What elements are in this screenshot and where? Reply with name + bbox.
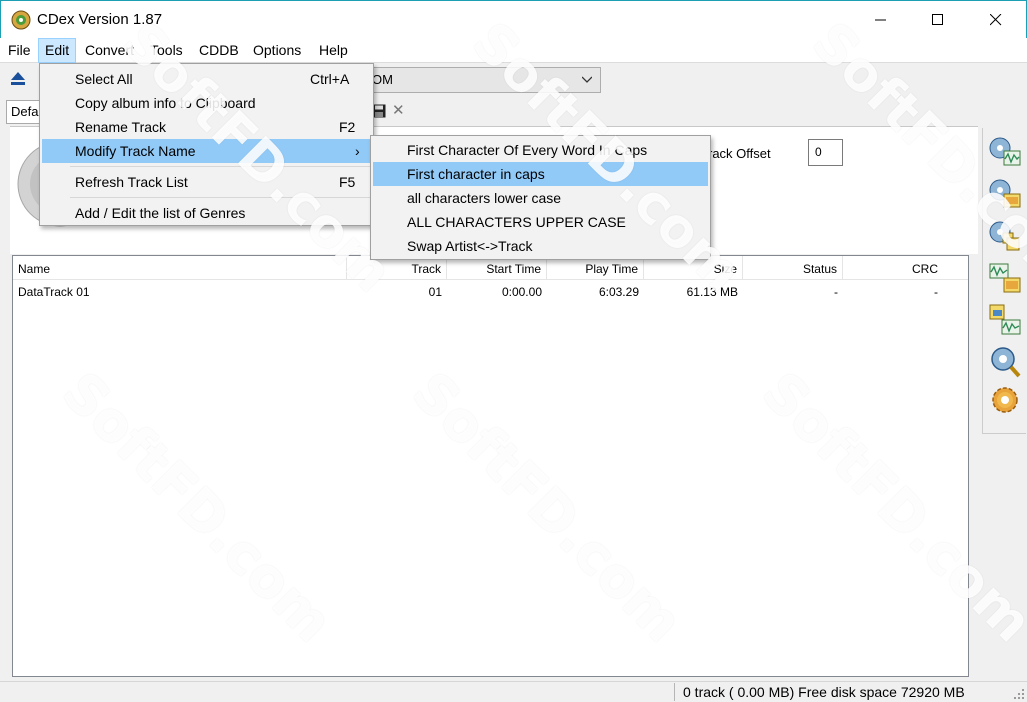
menu-item-rename-track[interactable]: Rename Track F2	[42, 115, 371, 139]
cell-start-time: 0:00.00	[501, 285, 542, 299]
window-title: CDex Version 1.87	[37, 11, 163, 28]
submenu-item-first-char-caps[interactable]: First character in caps	[373, 162, 708, 186]
submenu-arrow-icon: ›	[355, 143, 360, 159]
track-offset-input[interactable]: 0	[808, 139, 843, 166]
cell-play-time: 6:03.29	[598, 285, 639, 299]
menu-options[interactable]: Options	[247, 38, 307, 63]
submenu-item-every-word-caps[interactable]: First Character Of Every Word In Caps	[373, 138, 708, 162]
cell-status: -	[834, 285, 838, 299]
eject-icon[interactable]	[10, 70, 26, 86]
menu-edit[interactable]: Edit	[38, 38, 77, 63]
column-name[interactable]: Name	[13, 256, 347, 280]
cell-name: DataTrack 01	[18, 285, 90, 299]
maximize-button[interactable]	[915, 1, 961, 39]
submenu-item-swap-artist-track[interactable]: Swap Artist<->Track	[373, 234, 708, 258]
menu-item-label: Copy album info to Clipboard	[75, 95, 256, 111]
chevron-down-icon	[582, 76, 592, 83]
track-list: Name Track Start Time Play Time Size Sta…	[12, 255, 969, 677]
status-text: 0 track ( 0.00 MB) Free disk space 72920…	[683, 684, 965, 700]
menu-item-label: Add / Edit the list of Genres	[75, 205, 246, 221]
submenu-item-upper-case[interactable]: ALL CHARACTERS UPPER CASE	[373, 210, 708, 234]
close-button[interactable]	[973, 1, 1019, 39]
cd-to-wave-icon[interactable]	[988, 135, 1022, 169]
menu-bar: File Edit Convert Tools CDDB Options Hel…	[0, 38, 1027, 63]
menu-help[interactable]: Help	[313, 38, 354, 63]
column-status[interactable]: Status	[743, 256, 843, 280]
tab-close-icon[interactable]: ✕	[392, 101, 405, 119]
cd-search-icon[interactable]	[988, 345, 1022, 379]
save-icon[interactable]	[372, 104, 386, 118]
menu-item-label: Select All	[75, 71, 133, 87]
menu-item-refresh-track-list[interactable]: Refresh Track List F5	[42, 170, 371, 194]
edit-menu: Select All Ctrl+A Copy album info to Cli…	[39, 63, 374, 226]
menu-separator	[70, 166, 370, 167]
cell-crc: -	[934, 285, 938, 299]
menu-tools[interactable]: Tools	[144, 38, 189, 63]
minimize-button[interactable]	[858, 1, 904, 39]
table-row[interactable]: DataTrack 01 01 0:00.00 6:03.29 61.13 MB…	[13, 282, 968, 302]
track-offset-label: rack Offset	[708, 146, 771, 161]
menu-file[interactable]: File	[2, 38, 37, 63]
menu-item-shortcut: F2	[339, 119, 356, 135]
wave-convert-icon[interactable]	[988, 261, 1022, 295]
file-convert-icon[interactable]	[988, 303, 1022, 337]
close-icon	[990, 14, 1002, 26]
menu-cddb[interactable]: CDDB	[193, 38, 245, 63]
drive-select-value: OM	[372, 72, 393, 87]
cd-to-mp3-icon[interactable]	[988, 177, 1022, 211]
cd-to-file-icon[interactable]	[988, 219, 1022, 253]
menu-item-shortcut: Ctrl+A	[310, 71, 350, 87]
menu-item-label: Refresh Track List	[75, 174, 188, 190]
menu-item-select-all[interactable]: Select All Ctrl+A	[42, 67, 371, 91]
title-bar: CDex Version 1.87	[0, 0, 1027, 38]
settings-gear-icon[interactable]	[988, 383, 1022, 417]
menu-convert[interactable]: Convert	[79, 38, 140, 63]
cdex-app-icon	[11, 10, 31, 30]
menu-item-label: Modify Track Name	[75, 143, 196, 159]
column-crc[interactable]: CRC	[843, 256, 943, 280]
status-divider	[674, 683, 675, 701]
menu-item-label: Rename Track	[75, 119, 167, 135]
minimize-icon	[875, 19, 886, 21]
drive-select[interactable]: OM	[365, 67, 601, 93]
maximize-icon	[932, 14, 943, 25]
menu-item-copy-album-info[interactable]: Copy album info to Clipboard	[42, 91, 371, 115]
resize-grip-icon[interactable]	[1011, 688, 1025, 700]
modify-track-name-submenu: First Character Of Every Word In Caps Fi…	[370, 135, 711, 260]
menu-item-shortcut: F5	[339, 174, 356, 190]
menu-item-edit-genres[interactable]: Add / Edit the list of Genres	[42, 201, 371, 225]
cell-size: 61.13 MB	[686, 285, 738, 299]
submenu-item-lower-case[interactable]: all characters lower case	[373, 186, 708, 210]
menu-separator	[70, 197, 370, 198]
cell-track: 01	[428, 285, 442, 299]
menu-item-modify-track-name[interactable]: Modify Track Name ›	[42, 139, 371, 163]
